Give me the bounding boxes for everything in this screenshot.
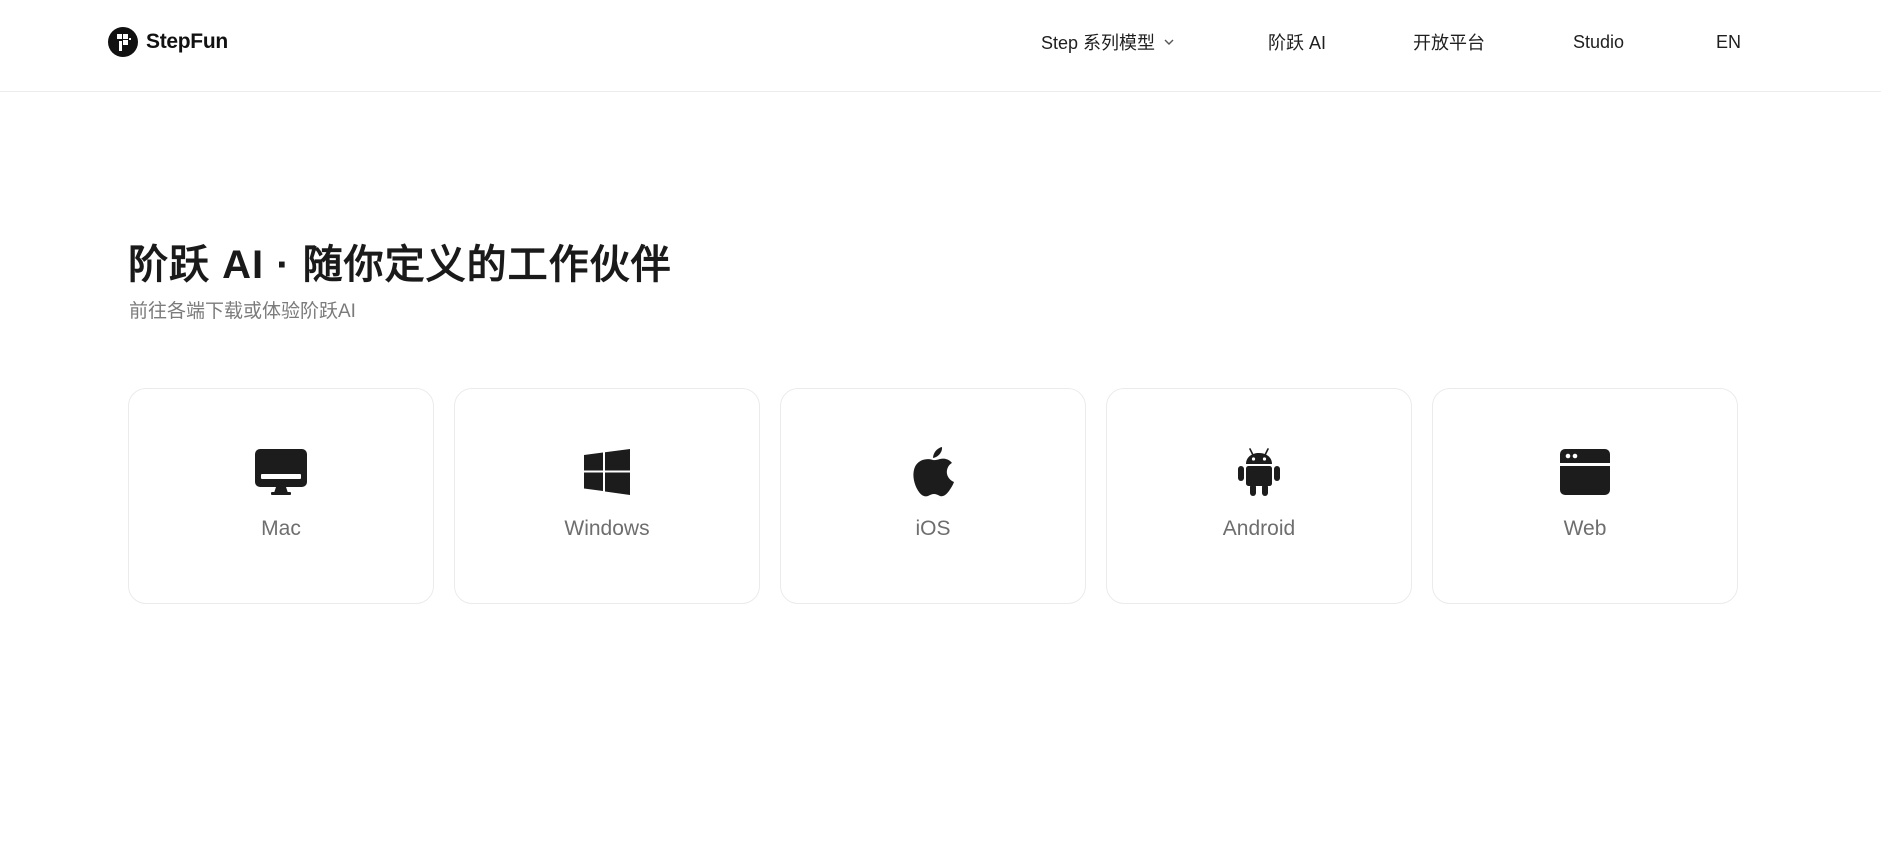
nav-studio[interactable]: Studio <box>1573 32 1624 53</box>
site-header: StepFun Step 系列模型 阶跃 AI 开放平台 Studio EN <box>0 0 1881 92</box>
chevron-down-icon <box>1164 39 1174 45</box>
mac-monitor-icon <box>255 447 307 497</box>
page-subtitle: 前往各端下载或体验阶跃AI <box>129 301 356 322</box>
nav-open-platform-label: 开放平台 <box>1413 33 1485 53</box>
platform-card-label: Windows <box>564 517 650 540</box>
stepfun-logo-icon <box>108 27 138 57</box>
apple-icon <box>907 447 959 497</box>
nav-models-label: Step 系列模型 <box>1041 33 1156 53</box>
platform-card-web[interactable]: Web <box>1432 388 1738 604</box>
platform-card-android[interactable]: Android <box>1106 388 1412 604</box>
platform-card-ios[interactable]: iOS <box>780 388 1086 604</box>
language-switch-label: EN <box>1716 31 1742 52</box>
nav-step-ai-label: 阶跃 AI <box>1268 33 1327 53</box>
platform-cards: Mac Windows iOS Android Web <box>128 388 1738 604</box>
language-switch[interactable]: EN <box>1716 32 1741 53</box>
nav-studio-label: Studio <box>1573 31 1625 52</box>
nav-open-platform[interactable]: 开放平台 <box>1413 29 1485 55</box>
platform-card-label: Android <box>1222 517 1296 540</box>
platform-card-mac[interactable]: Mac <box>128 388 434 604</box>
platform-card-label: iOS <box>915 517 951 540</box>
nav-models-dropdown[interactable]: Step 系列模型 <box>1041 29 1175 55</box>
page-title: 阶跃 AI · 随你定义的工作伙伴 <box>128 243 672 287</box>
brand-name: StepFun <box>146 30 228 53</box>
platform-card-windows[interactable]: Windows <box>454 388 760 604</box>
windows-icon <box>581 447 633 497</box>
platform-card-label: Web <box>1563 517 1607 540</box>
platform-card-label: Mac <box>261 517 301 540</box>
android-icon <box>1233 447 1285 497</box>
nav-step-ai[interactable]: 阶跃 AI <box>1268 29 1326 55</box>
browser-window-icon <box>1559 447 1611 497</box>
brand-logo[interactable]: StepFun <box>108 27 228 57</box>
